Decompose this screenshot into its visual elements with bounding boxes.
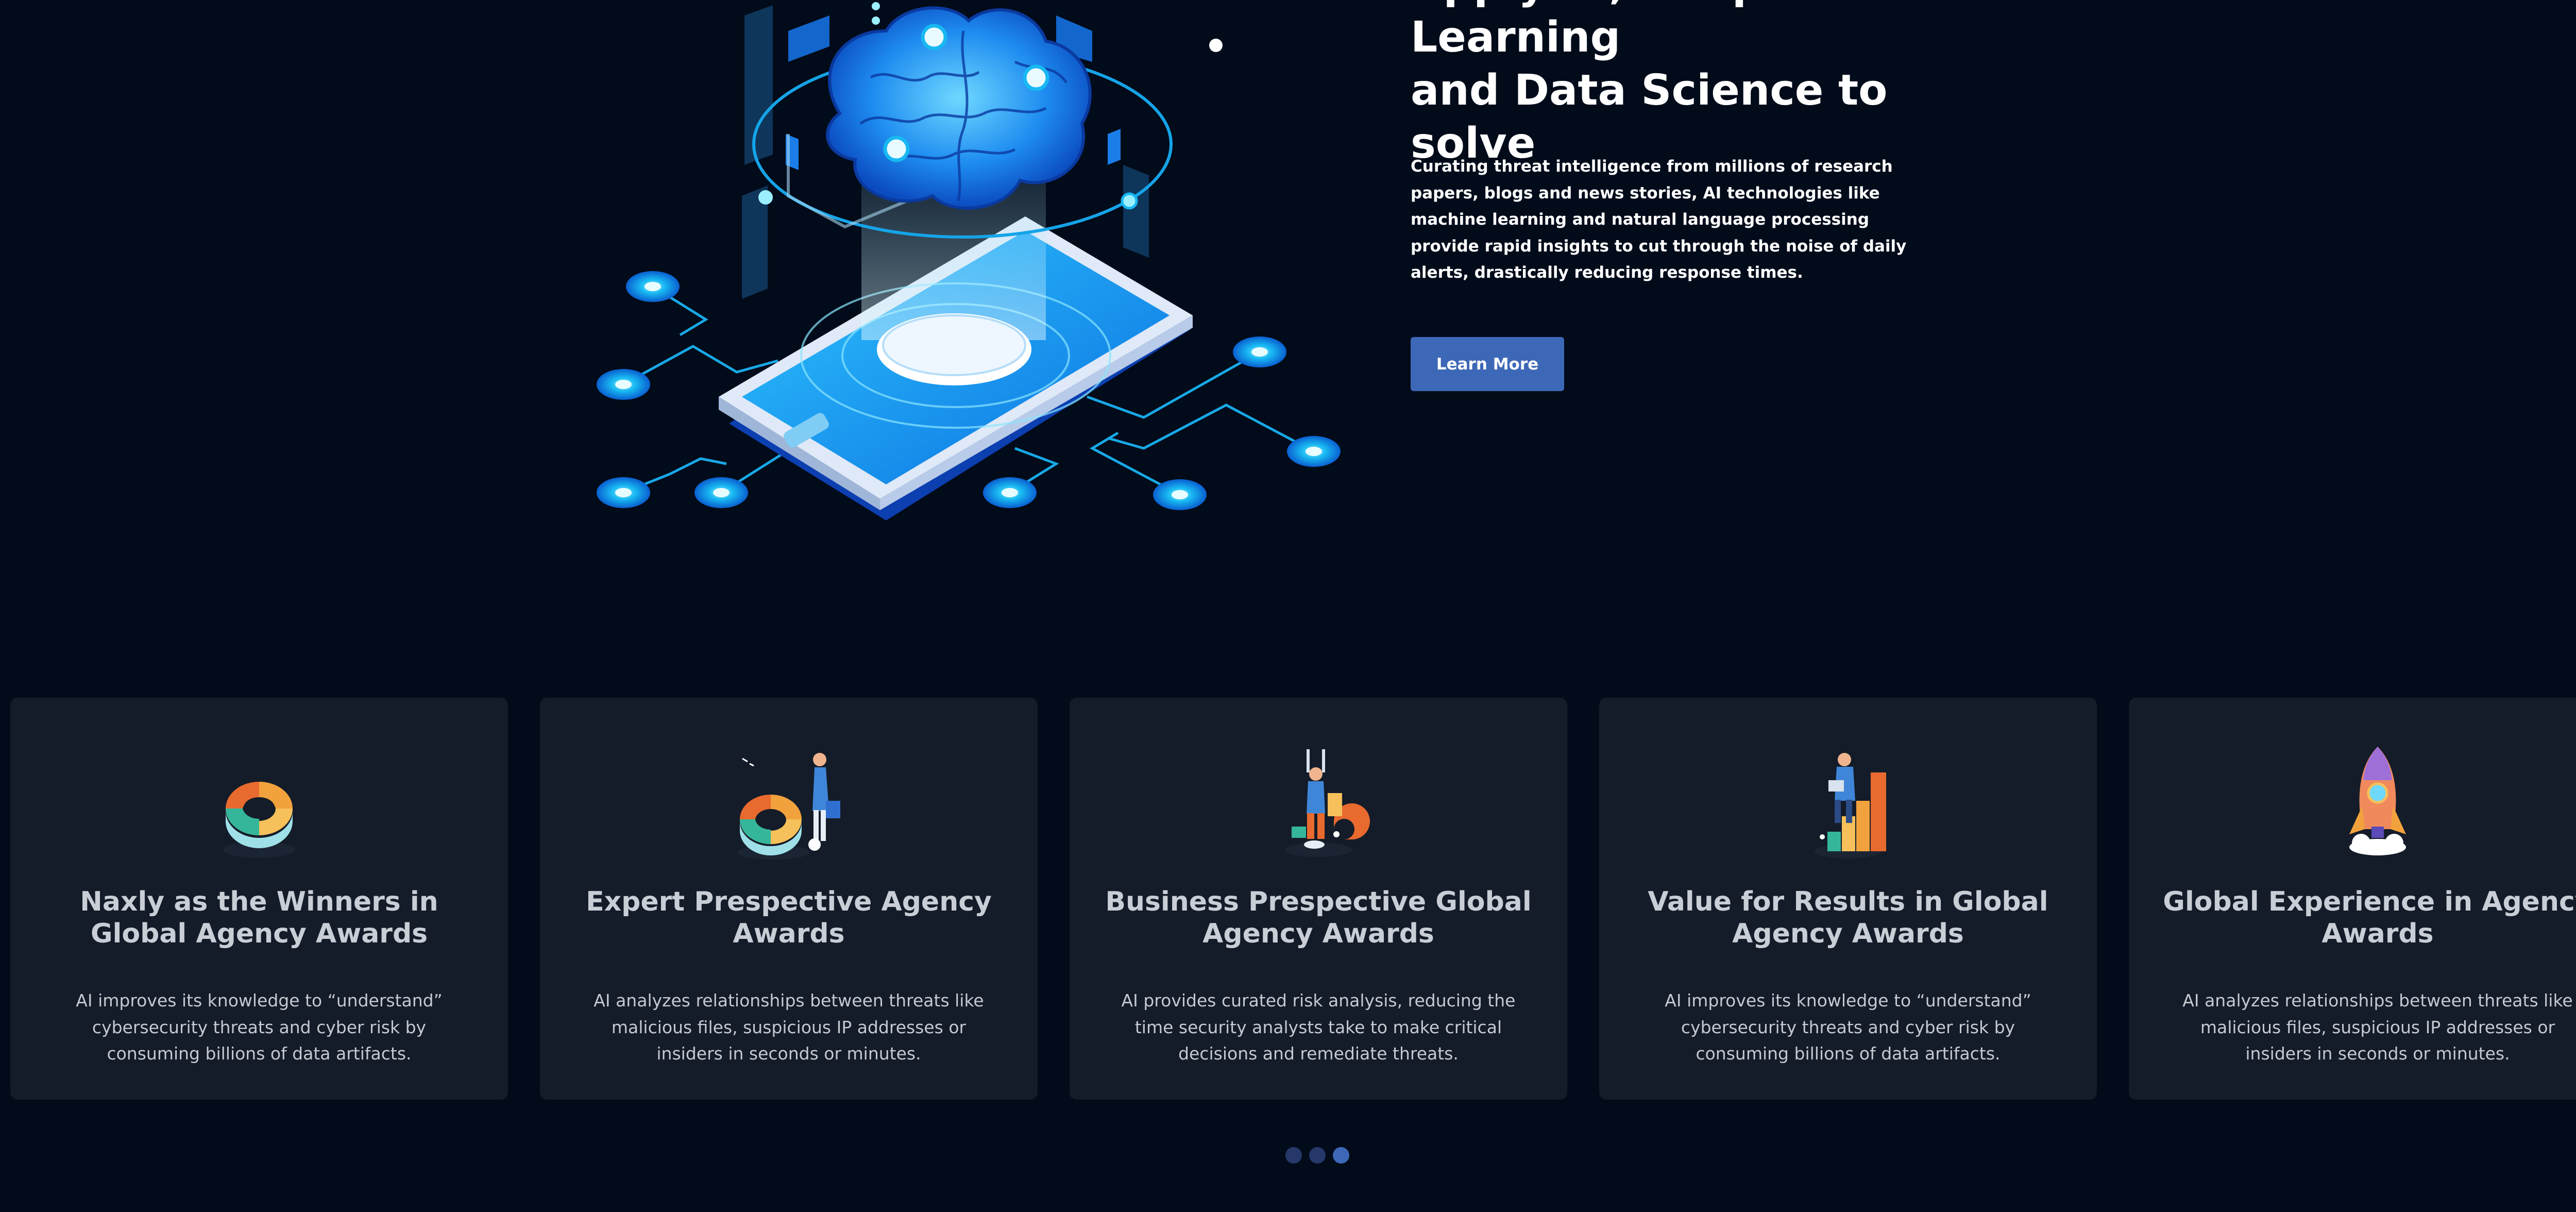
card-title: Expert Prespective Agency Awards bbox=[586, 886, 992, 949]
person-chart-icon bbox=[1285, 749, 1370, 857]
carousel-pagination bbox=[1285, 1147, 1352, 1165]
card-description: AI improves its knowledge to “understand… bbox=[76, 990, 443, 1064]
carousel-dot-active[interactable] bbox=[1333, 1147, 1349, 1164]
feature-card[interactable]: Naxly as the Winners in Global Agency Aw… bbox=[10, 698, 508, 1100]
hero-illustration bbox=[597, 2, 1341, 520]
analyst-donut-chart-icon bbox=[737, 753, 840, 860]
card-description: AI analyzes relationships between threat… bbox=[2182, 990, 2573, 1064]
card-description: AI improves its knowledge to “understand… bbox=[1665, 990, 2031, 1064]
feature-card[interactable]: Business Prespective Global Agency Award… bbox=[1070, 698, 1567, 1100]
card-title: Naxly as the Winners in Global Agency Aw… bbox=[80, 886, 438, 949]
card-title: Business Prespective Global Agency Award… bbox=[1105, 886, 1532, 949]
hero-title: Apply AI, Deep Learningand Data Science … bbox=[1411, 0, 1957, 170]
feature-card[interactable]: Expert Prespective Agency Awards AI anal… bbox=[540, 698, 1038, 1100]
learn-more-button[interactable]: Learn More bbox=[1411, 337, 1564, 391]
card-description: AI analyzes relationships between threat… bbox=[594, 990, 984, 1064]
rocket-icon bbox=[2349, 747, 2406, 855]
feature-card[interactable]: Global Experience in Agency Awards AI an… bbox=[2129, 698, 2576, 1100]
carousel-dot[interactable] bbox=[1285, 1147, 1302, 1164]
donut-chart-icon bbox=[223, 782, 295, 858]
card-description: AI provides curated risk analysis, reduc… bbox=[1121, 990, 1516, 1064]
bar-chart-person-icon bbox=[1815, 753, 1886, 858]
hero-title-line: and Data Science to bbox=[1411, 66, 1888, 115]
carousel-dot[interactable] bbox=[1309, 1147, 1326, 1164]
hero-title-line: Apply AI, Deep Learning bbox=[1411, 0, 1762, 62]
card-title: Value for Results in Global Agency Award… bbox=[1648, 886, 2048, 949]
feature-card[interactable]: Value for Results in Global Agency Award… bbox=[1599, 698, 2097, 1100]
card-title: Global Experience in Agency Awards bbox=[2163, 886, 2576, 949]
hero-description: Curating threat intelligence from millio… bbox=[1411, 157, 1907, 282]
